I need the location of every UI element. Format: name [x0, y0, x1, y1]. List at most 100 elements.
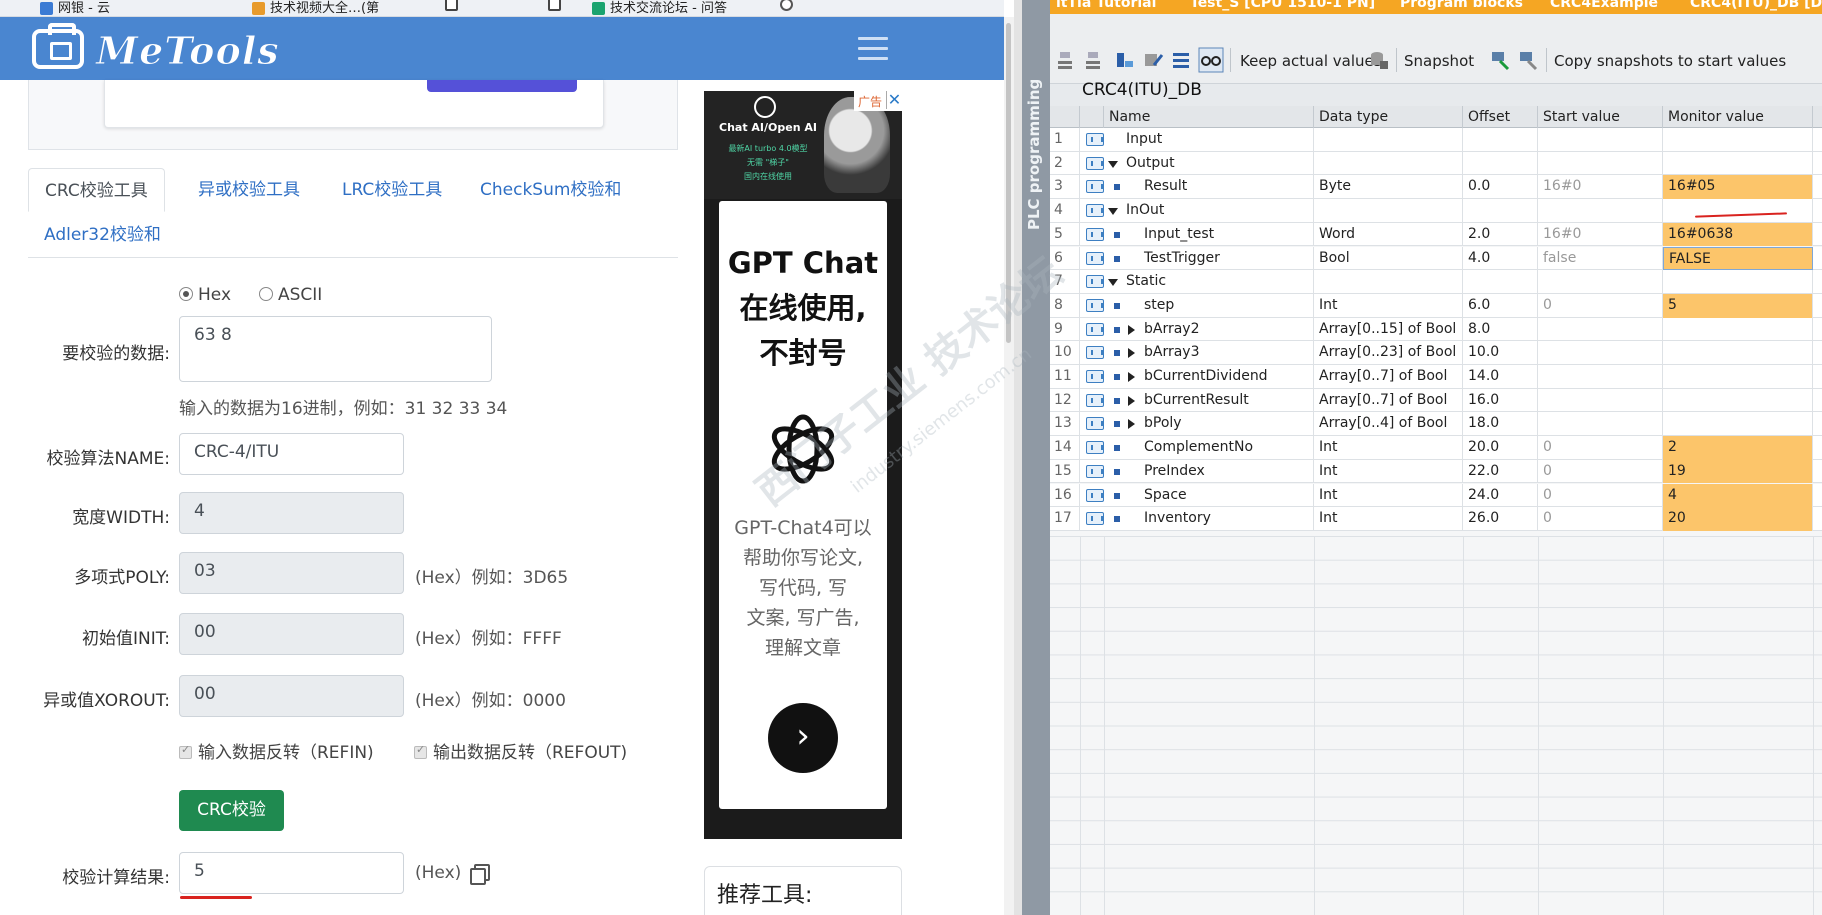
- table-row[interactable]: 9 bArray2 Array[0..15] of Bool 8.0: [1050, 317, 1822, 342]
- cell-name[interactable]: InOut: [1104, 199, 1314, 223]
- cell-name[interactable]: ComplementNo: [1104, 436, 1314, 460]
- cell-monitor[interactable]: 16#05: [1663, 175, 1813, 200]
- cell-offset[interactable]: [1463, 199, 1538, 223]
- col-offset[interactable]: Offset: [1463, 106, 1538, 128]
- ad-card[interactable]: GPT Chat 在线使用, 不封号 GPT-Chat4可以 帮助你写论文, 写…: [719, 201, 887, 809]
- cell-monitor[interactable]: [1663, 270, 1813, 294]
- cell-start[interactable]: 0: [1538, 293, 1663, 318]
- cell-offset[interactable]: [1463, 270, 1538, 294]
- plc-programming-label[interactable]: PLC programming: [1025, 79, 1043, 230]
- table-row[interactable]: 13 bPoly Array[0..4] of Bool 18.0: [1050, 412, 1822, 437]
- cell-monitor[interactable]: [1663, 365, 1813, 389]
- cell-offset[interactable]: 20.0: [1463, 436, 1538, 460]
- snapshot-icon[interactable]: [1368, 49, 1390, 71]
- result-input[interactable]: 5: [179, 852, 404, 894]
- ad-close-icon[interactable]: ✕: [886, 91, 902, 109]
- breadcrumb-item[interactable]: itTia Tutorial: [1056, 0, 1156, 11]
- xorout-input[interactable]: 00: [179, 675, 404, 717]
- browser-tab[interactable]: [548, 0, 566, 16]
- browser-tab[interactable]: [780, 0, 798, 16]
- cell-name[interactable]: Static: [1104, 270, 1314, 294]
- table-row[interactable]: 10 bArray3 Array[0..23] of Bool 10.0: [1050, 341, 1822, 365]
- cell-offset[interactable]: 22.0: [1463, 459, 1538, 484]
- cell-offset[interactable]: [1463, 151, 1538, 176]
- cell-offset[interactable]: 24.0: [1463, 483, 1538, 508]
- cell-start[interactable]: [1538, 128, 1663, 152]
- reset-start-values-icon[interactable]: [1114, 49, 1136, 71]
- cell-type[interactable]: [1314, 270, 1463, 294]
- cell-monitor[interactable]: [1663, 151, 1813, 176]
- browser-tab[interactable]: [445, 0, 463, 16]
- cell-start[interactable]: [1538, 341, 1663, 365]
- cell-name[interactable]: bCurrentDividend: [1104, 365, 1314, 389]
- table-row[interactable]: 15 PreIndex Int 22.0 0 19: [1050, 459, 1822, 484]
- cell-offset[interactable]: 0.0: [1463, 175, 1538, 200]
- cell-offset[interactable]: 4.0: [1463, 246, 1538, 271]
- cell-type[interactable]: Byte: [1314, 175, 1463, 200]
- table-row[interactable]: 7 Static: [1050, 270, 1822, 294]
- crc-calculate-button[interactable]: CRC校验: [179, 790, 284, 831]
- cell-start[interactable]: 16#0: [1538, 175, 1663, 200]
- cell-start[interactable]: 0: [1538, 459, 1663, 484]
- cell-offset[interactable]: [1463, 128, 1538, 152]
- insert-row-icon[interactable]: [1056, 49, 1078, 71]
- cell-type[interactable]: Int: [1314, 483, 1463, 508]
- tab-xor[interactable]: 异或校验工具: [182, 168, 316, 212]
- monitor-glasses-icon[interactable]: [1198, 47, 1224, 73]
- toolbox-logo-icon[interactable]: [32, 23, 84, 69]
- cell-start[interactable]: [1538, 412, 1663, 437]
- copy-icon[interactable]: [470, 864, 490, 885]
- top-card-button[interactable]: [427, 80, 577, 92]
- cell-monitor[interactable]: 20: [1663, 507, 1813, 531]
- cell-start[interactable]: false: [1538, 246, 1663, 271]
- data-textarea[interactable]: 63 8: [179, 316, 492, 382]
- tab-checksum[interactable]: CheckSum校验和: [464, 168, 637, 212]
- cell-type[interactable]: Int: [1314, 436, 1463, 460]
- cell-type[interactable]: Int: [1314, 459, 1463, 484]
- snapshot-button[interactable]: Snapshot: [1404, 52, 1474, 70]
- radio-ascii[interactable]: ASCII: [259, 285, 322, 305]
- table-row[interactable]: 6 TestTrigger Bool 4.0 false FALSE: [1050, 246, 1822, 271]
- add-row-icon[interactable]: [1084, 49, 1106, 71]
- cell-type[interactable]: Bool: [1314, 246, 1463, 271]
- cell-name[interactable]: bArray3: [1104, 341, 1314, 365]
- cell-monitor[interactable]: 2: [1663, 436, 1813, 460]
- cell-offset[interactable]: 8.0: [1463, 317, 1538, 342]
- cell-type[interactable]: Array[0..23] of Bool: [1314, 341, 1463, 365]
- cell-start[interactable]: 16#0: [1538, 222, 1663, 247]
- cell-type[interactable]: Array[0..7] of Bool: [1314, 388, 1463, 413]
- table-row[interactable]: 12 bCurrentResult Array[0..7] of Bool 16.0: [1050, 388, 1822, 413]
- width-input[interactable]: 4: [179, 492, 404, 534]
- cell-type[interactable]: Word: [1314, 222, 1463, 247]
- cell-offset[interactable]: 6.0: [1463, 293, 1538, 318]
- cell-name[interactable]: PreIndex: [1104, 459, 1314, 484]
- cell-name[interactable]: Result: [1104, 175, 1314, 200]
- cell-type[interactable]: [1314, 128, 1463, 152]
- cell-monitor[interactable]: FALSE: [1663, 246, 1813, 271]
- cell-name[interactable]: TestTrigger: [1104, 246, 1314, 271]
- cell-offset[interactable]: 2.0: [1463, 222, 1538, 247]
- table-row[interactable]: 11 bCurrentDividend Array[0..7] of Bool 14.…: [1050, 365, 1822, 389]
- browser-tab[interactable]: 技术交流论坛 - 问答: [592, 0, 727, 16]
- table-row[interactable]: 3 Result Byte 0.0 16#0 16#05: [1050, 175, 1822, 200]
- cell-start[interactable]: [1538, 270, 1663, 294]
- refout-checkbox[interactable]: 输出数据反转（REFOUT): [414, 738, 627, 763]
- tab-lrc[interactable]: LRC校验工具: [326, 168, 458, 212]
- cell-start[interactable]: [1538, 151, 1663, 176]
- browser-tab[interactable]: 技术视频大全…(第: [252, 0, 379, 16]
- table-row[interactable]: 1 Input: [1050, 128, 1822, 152]
- breadcrumb-item[interactable]: CRC4Example: [1550, 0, 1658, 11]
- cell-name[interactable]: Input: [1104, 128, 1314, 152]
- cell-monitor[interactable]: [1663, 388, 1813, 413]
- table-row[interactable]: 17 Inventory Int 26.0 0 20: [1050, 507, 1822, 531]
- col-name[interactable]: Name: [1104, 106, 1314, 128]
- cell-type[interactable]: Array[0..7] of Bool: [1314, 365, 1463, 389]
- edit-icon[interactable]: [1142, 49, 1164, 71]
- cell-offset[interactable]: 10.0: [1463, 341, 1538, 365]
- site-logo-text[interactable]: MeTools: [96, 28, 280, 74]
- cell-offset[interactable]: 16.0: [1463, 388, 1538, 413]
- algorithm-name-input[interactable]: CRC-4/ITU: [179, 433, 404, 475]
- browser-scrollbar[interactable]: [1004, 17, 1014, 915]
- col-monitor-value[interactable]: Monitor value: [1663, 106, 1813, 128]
- cell-type[interactable]: Array[0..15] of Bool: [1314, 317, 1463, 342]
